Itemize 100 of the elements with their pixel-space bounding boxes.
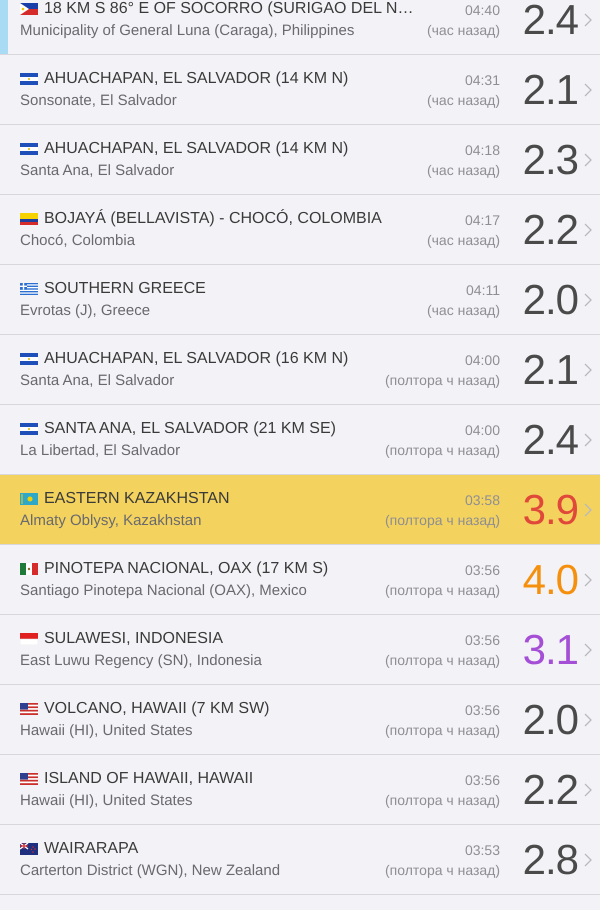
quake-time: 04:18 [464, 142, 500, 158]
earthquake-row[interactable]: SULAWESI, INDONESIA 03:56 East Luwu Regency (SN), Indonesia (полтора ч назад) 3.1 [0, 615, 600, 685]
magnitude: 2.1 [522, 346, 578, 394]
time-ago: (час назад) [426, 232, 500, 248]
chevron-icon [584, 502, 592, 516]
quake-time: 04:31 [464, 72, 500, 88]
quake-place: Hawaii (HI), United States [20, 722, 194, 739]
earthquake-row[interactable]: EASTERN KAZAKHSTAN 03:58 Almaty Oblysy, Kazakhstan (полтора ч назад) 3.9 [0, 475, 600, 545]
quake-title: SANTA ANA, EL SALVADOR (21 KM SE) [44, 420, 336, 438]
quake-title: AHUACHAPAN, EL SALVADOR (14 KM N) [44, 140, 348, 158]
magnitude: 3.9 [522, 486, 578, 534]
quake-title: PINOTEPA NACIONAL, OAX (17 KM S) [44, 560, 328, 578]
magnitude: 2.0 [522, 696, 578, 744]
flag-icon [20, 423, 38, 435]
magnitude: 2.2 [522, 206, 578, 254]
quake-time: 04:40 [464, 2, 500, 18]
earthquake-row[interactable]: AHUACHAPAN, EL SALVADOR (14 KM N) 04:31 Sonsonate, El Salvador (час назад) 2.1 [0, 55, 600, 125]
chevron-icon [584, 572, 592, 586]
quake-time: 04:17 [464, 212, 500, 228]
quake-title: AHUACHAPAN, EL SALVADOR (16 KM N) [44, 350, 348, 368]
quake-place: Chocó, Colombia [20, 232, 136, 249]
quake-place: Municipality of General Luna (Caraga), Philippines [20, 22, 356, 39]
quake-time: 03:56 [464, 772, 500, 788]
magnitude: 2.4 [522, 416, 578, 464]
quake-title: SULAWESI, INDONESIA [44, 630, 223, 648]
quake-place: Almaty Oblysy, Kazakhstan [20, 512, 202, 529]
earthquake-row[interactable]: SOUTHERN GREECE 04:11 Evrotas (J), Greece (час назад) 2.0 [0, 265, 600, 335]
magnitude: 2.0 [522, 276, 578, 324]
time-ago: (час назад) [426, 162, 500, 178]
quake-title: AHUACHAPAN, EL SALVADOR (14 KM N) [44, 70, 348, 88]
quake-title: VOLCANO, HAWAII (7 KM SW) [44, 700, 270, 718]
quake-time: 03:56 [464, 562, 500, 578]
magnitude: 3.1 [522, 626, 578, 674]
earthquake-row[interactable]: WAIRARAPA 03:53 Carterton District (WGN), New Zealand (полтора ч назад) 2.8 [0, 825, 600, 895]
flag-icon [20, 563, 38, 575]
flag-icon [20, 843, 38, 855]
chevron-icon [584, 362, 592, 376]
earthquake-row[interactable]: 18 KM S 86° E OF SOCORRO (SURIGAO DEL N… 04:40 Municipality of General Luna (Caraga), Philippines (час назад) 2.4 [0, 0, 600, 55]
earthquake-row[interactable]: BOJAYÁ (BELLAVISTA) - CHOCÓ, COLOMBIA 04:17 Chocó, Colombia (час назад) 2.2 [0, 195, 600, 265]
magnitude: 2.4 [522, 0, 578, 44]
flag-icon [20, 773, 38, 785]
time-ago: (полтора ч назад) [385, 792, 500, 808]
time-ago: (час назад) [426, 92, 500, 108]
earthquake-row[interactable]: AHUACHAPAN, EL SALVADOR (16 KM N) 04:00 Santa Ana, El Salvador (полтора ч назад) 2.1 [0, 335, 600, 405]
quake-place: Sonsonate, El Salvador [20, 92, 178, 109]
quake-place: Santiago Pinotepa Nacional (OAX), Mexico [20, 582, 308, 599]
flag-icon [20, 633, 38, 645]
chevron-icon [584, 82, 592, 96]
chevron-icon [584, 432, 592, 446]
magnitude: 2.8 [522, 836, 578, 884]
quake-place: La Libertad, El Salvador [20, 442, 182, 459]
chevron-icon [584, 222, 592, 236]
chevron-icon [584, 12, 592, 26]
chevron-icon [584, 712, 592, 726]
quake-title: 18 KM S 86° E OF SOCORRO (SURIGAO DEL N… [44, 0, 414, 18]
chevron-icon [584, 292, 592, 306]
flag-icon [20, 493, 38, 505]
magnitude: 4.0 [522, 556, 578, 604]
earthquake-row[interactable]: AHUACHAPAN, EL SALVADOR (14 KM N) 04:18 Santa Ana, El Salvador (час назад) 2.3 [0, 125, 600, 195]
flag-icon [20, 703, 38, 715]
quake-time: 03:58 [464, 492, 500, 508]
quake-place: Carterton District (WGN), New Zealand [20, 862, 282, 879]
flag-icon [20, 73, 38, 85]
time-ago: (полтора ч назад) [385, 372, 500, 388]
chevron-icon [584, 852, 592, 866]
quake-place: Evrotas (J), Greece [20, 302, 152, 319]
chevron-icon [584, 642, 592, 656]
time-ago: (полтора ч назад) [385, 722, 500, 738]
time-ago: (час назад) [426, 22, 500, 38]
quake-place: Hawaii (HI), United States [20, 792, 194, 809]
quake-time: 03:56 [464, 632, 500, 648]
earthquake-row[interactable]: PINOTEPA NACIONAL, OAX (17 KM S) 03:56 Santiago Pinotepa Nacional (OAX), Mexico (полтора ч назад) 4.0 [0, 545, 600, 615]
chevron-icon [584, 152, 592, 166]
magnitude: 2.1 [522, 66, 578, 114]
quake-time: 03:56 [464, 702, 500, 718]
flag-icon [20, 143, 38, 155]
magnitude: 2.3 [522, 136, 578, 184]
quake-title: SOUTHERN GREECE [44, 280, 206, 298]
quake-title: ISLAND OF HAWAII, HAWAII [44, 770, 254, 788]
magnitude: 2.2 [522, 766, 578, 814]
time-ago: (полтора ч назад) [385, 652, 500, 668]
quake-time: 04:11 [465, 282, 500, 298]
time-ago: (полтора ч назад) [385, 442, 500, 458]
flag-icon [20, 213, 38, 225]
flag-icon [20, 3, 38, 15]
quake-title: EASTERN KAZAKHSTAN [44, 490, 230, 508]
time-ago: (полтора ч назад) [385, 512, 500, 528]
chevron-icon [584, 782, 592, 796]
earthquake-row[interactable]: ISLAND OF HAWAII, HAWAII 03:56 Hawaii (HI), United States (полтора ч назад) 2.2 [0, 755, 600, 825]
quake-time: 03:53 [464, 842, 500, 858]
time-ago: (час назад) [426, 302, 500, 318]
earthquake-row[interactable]: VOLCANO, HAWAII (7 KM SW) 03:56 Hawaii (HI), United States (полтора ч назад) 2.0 [0, 685, 600, 755]
flag-icon [20, 283, 38, 295]
flag-icon [20, 353, 38, 365]
quake-title: BOJAYÁ (BELLAVISTA) - CHOCÓ, COLOMBIA [44, 210, 382, 228]
quake-time: 04:00 [464, 352, 500, 368]
quake-place: Santa Ana, El Salvador [20, 162, 176, 179]
quake-title: WAIRARAPA [44, 840, 138, 858]
quake-place: Santa Ana, El Salvador [20, 372, 176, 389]
time-ago: (полтора ч назад) [385, 582, 500, 598]
